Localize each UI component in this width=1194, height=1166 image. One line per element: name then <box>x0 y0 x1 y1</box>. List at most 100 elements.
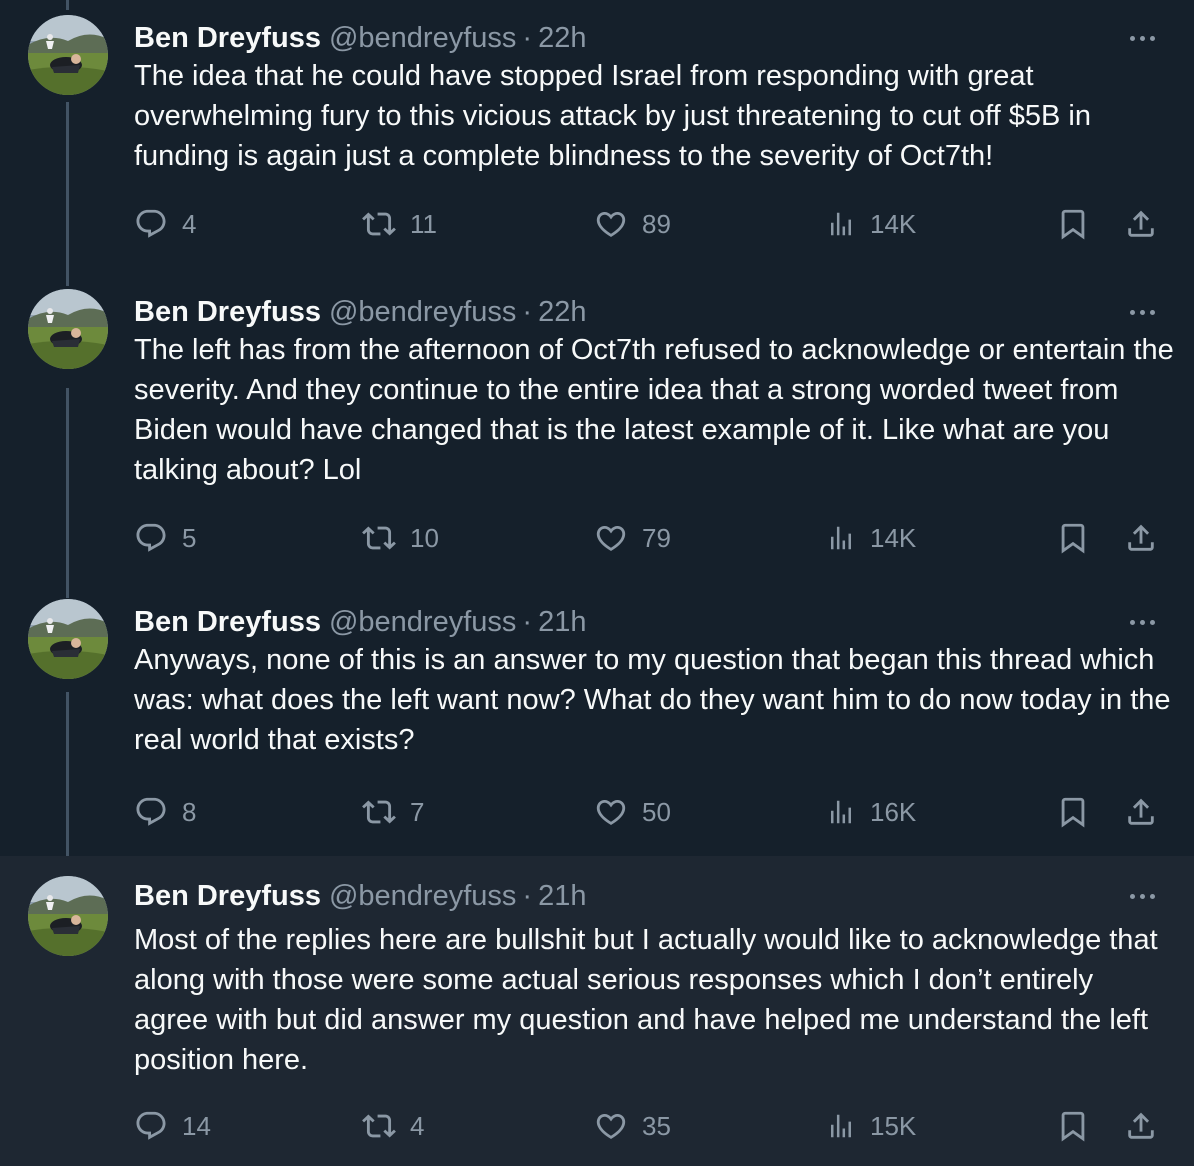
more-icon[interactable] <box>1122 32 1162 44</box>
views-icon <box>826 1111 856 1141</box>
reply-count: 14 <box>182 1110 211 1141</box>
tweet-focused[interactable]: Ben Dreyfuss @bendreyfuss · 21h Most of … <box>0 856 1194 1166</box>
share-button[interactable] <box>1124 792 1158 832</box>
author-handle[interactable]: @bendreyfuss <box>329 606 516 639</box>
action-bar: 4 11 89 14K <box>0 204 1194 244</box>
author-name[interactable]: Ben Dreyfuss <box>134 880 321 913</box>
retweet-button[interactable]: 4 <box>362 1106 424 1146</box>
like-button[interactable]: 79 <box>594 518 671 558</box>
heart-icon <box>594 1109 628 1143</box>
bookmark-button[interactable] <box>1056 792 1090 832</box>
tweet-header: Ben Dreyfuss @bendreyfuss · 22h <box>134 18 586 58</box>
author-handle[interactable]: @bendreyfuss <box>329 22 516 55</box>
reply-button[interactable]: 8 <box>134 792 196 832</box>
views-button[interactable]: 16K <box>826 792 916 832</box>
like-button[interactable]: 35 <box>594 1106 671 1146</box>
share-button[interactable] <box>1124 1106 1158 1146</box>
tweet[interactable]: Ben Dreyfuss @bendreyfuss · 22h The left… <box>0 292 1194 582</box>
tweet-header: Ben Dreyfuss @bendreyfuss · 21h <box>134 602 586 642</box>
retweet-button[interactable]: 11 <box>362 204 437 244</box>
bookmark-icon <box>1056 521 1090 555</box>
bookmark-button[interactable] <box>1056 518 1090 558</box>
views-icon <box>826 523 856 553</box>
tweet-text: Most of the replies here are bullshit bu… <box>134 924 1158 1076</box>
avatar[interactable] <box>28 876 108 956</box>
views-count: 14K <box>870 522 917 553</box>
tweet-header: Ben Dreyfuss @bendreyfuss · 22h <box>134 292 586 332</box>
timestamp[interactable]: 22h <box>538 22 586 55</box>
author-name[interactable]: Ben Dreyfuss <box>134 606 321 639</box>
share-icon <box>1124 795 1158 829</box>
share-button[interactable] <box>1124 518 1158 558</box>
retweet-button[interactable]: 10 <box>362 518 439 558</box>
retweet-count: 4 <box>410 1110 425 1141</box>
author-name[interactable]: Ben Dreyfuss <box>134 22 321 55</box>
reply-count: 8 <box>182 796 197 827</box>
retweet-count: 11 <box>410 208 437 239</box>
bookmark-icon <box>1056 207 1090 241</box>
reply-icon <box>134 795 168 829</box>
reply-button[interactable]: 5 <box>134 518 196 558</box>
views-icon <box>826 797 856 827</box>
separator-dot: · <box>522 21 533 54</box>
avatar[interactable] <box>28 15 108 95</box>
timestamp[interactable]: 21h <box>538 880 586 913</box>
reply-button[interactable]: 14 <box>134 1106 211 1146</box>
retweet-icon <box>362 795 396 829</box>
separator-dot: · <box>522 295 533 328</box>
timestamp[interactable]: 22h <box>538 296 586 329</box>
share-icon <box>1124 1109 1158 1143</box>
views-count: 14K <box>870 208 917 239</box>
tweet-header: Ben Dreyfuss @bendreyfuss · 21h <box>134 876 586 916</box>
heart-icon <box>594 521 628 555</box>
tweet-text: Anyways, none of this is an answer to my… <box>134 644 1171 756</box>
retweet-icon <box>362 521 396 555</box>
reply-icon <box>134 207 168 241</box>
author-handle[interactable]: @bendreyfuss <box>329 880 516 913</box>
retweet-icon <box>362 207 396 241</box>
tweet[interactable]: Ben Dreyfuss @bendreyfuss · 21h Anyways,… <box>0 602 1194 852</box>
more-icon[interactable] <box>1122 890 1162 902</box>
action-bar: 8 7 50 16K <box>0 792 1194 832</box>
more-icon[interactable] <box>1122 306 1162 318</box>
like-count: 50 <box>642 796 671 827</box>
retweet-count: 7 <box>410 796 425 827</box>
reply-count: 4 <box>182 208 197 239</box>
like-button[interactable]: 50 <box>594 792 671 832</box>
bookmark-button[interactable] <box>1056 1106 1090 1146</box>
views-button[interactable]: 14K <box>826 204 916 244</box>
retweet-icon <box>362 1109 396 1143</box>
heart-icon <box>594 207 628 241</box>
timestamp[interactable]: 21h <box>538 606 586 639</box>
views-icon <box>826 209 856 239</box>
tweet-text: The left has from the afternoon of Oct7t… <box>134 334 1174 486</box>
reply-icon <box>134 521 168 555</box>
avatar[interactable] <box>28 289 108 369</box>
reply-icon <box>134 1109 168 1143</box>
more-icon[interactable] <box>1122 616 1162 628</box>
views-button[interactable]: 14K <box>826 518 916 558</box>
share-button[interactable] <box>1124 204 1158 244</box>
like-count: 35 <box>642 1110 671 1141</box>
like-count: 79 <box>642 522 671 553</box>
author-name[interactable]: Ben Dreyfuss <box>134 296 321 329</box>
views-button[interactable]: 15K <box>826 1106 916 1146</box>
views-count: 16K <box>870 796 917 827</box>
share-icon <box>1124 207 1158 241</box>
tweet[interactable]: Ben Dreyfuss @bendreyfuss · 22h The idea… <box>0 18 1194 268</box>
tweet-text: The idea that he could have stopped Isra… <box>134 60 1091 172</box>
reply-count: 5 <box>182 522 197 553</box>
retweet-button[interactable]: 7 <box>362 792 424 832</box>
retweet-count: 10 <box>410 522 439 553</box>
avatar[interactable] <box>28 599 108 679</box>
action-bar: 14 4 35 15K <box>0 1106 1194 1146</box>
bookmark-icon <box>1056 795 1090 829</box>
bookmark-button[interactable] <box>1056 204 1090 244</box>
like-count: 89 <box>642 208 671 239</box>
share-icon <box>1124 521 1158 555</box>
separator-dot: · <box>522 605 533 638</box>
like-button[interactable]: 89 <box>594 204 671 244</box>
author-handle[interactable]: @bendreyfuss <box>329 296 516 329</box>
views-count: 15K <box>870 1110 917 1141</box>
reply-button[interactable]: 4 <box>134 204 196 244</box>
